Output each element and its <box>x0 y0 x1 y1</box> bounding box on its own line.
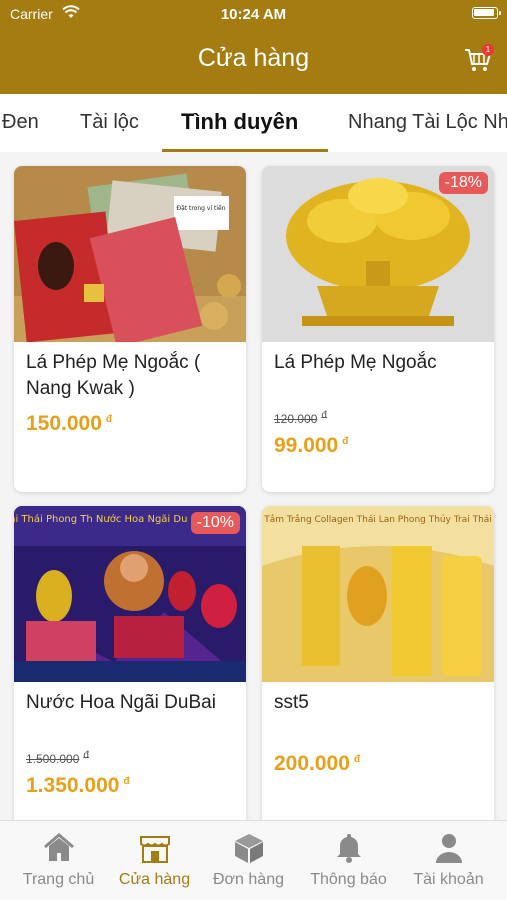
cart-badge: 1 <box>482 44 494 56</box>
product-price: 1.350.000 đ <box>26 774 130 797</box>
product-old-price: 1.500.000 đ <box>26 750 89 766</box>
image-text: Tắm Trắng Collagen Thái Lan Phong Thủy T… <box>263 514 492 525</box>
product-old-price: 120.000 đ <box>274 410 327 426</box>
product-name: Lá Phép Mẹ Ngoắc <box>274 352 437 373</box>
product-name: Lá Phép Mẹ Ngoắc ( Nang Kwak ) <box>26 352 201 399</box>
product-grid: Đặt trong ví tiền Lá Phép Mẹ Ngoắc ( Nan… <box>0 152 507 820</box>
page-title: Cửa hàng <box>197 44 310 72</box>
store-icon <box>140 836 170 863</box>
nav-store[interactable]: Cửa hàng <box>104 821 205 900</box>
clock: 10:24 AM <box>220 6 287 23</box>
product-card[interactable]: Tắm Trắng Collagen Thái Lan Phong Thủy T… <box>262 506 494 820</box>
tab-tai-loc[interactable]: Tài lộc <box>80 111 139 134</box>
product-price: 200.000 đ <box>274 752 361 775</box>
battery-icon <box>472 7 501 19</box>
bottom-nav: Trang chủ Cửa hàng Đơn hàng Thông báo Tà… <box>0 820 507 900</box>
status-bar: Carrier 10:24 AM <box>0 0 507 28</box>
tab-den[interactable]: Đen <box>2 111 39 134</box>
tab-tinh-duyen[interactable]: Tình duyên <box>181 109 298 135</box>
home-icon <box>44 833 74 861</box>
product-name: sst5 <box>274 692 309 713</box>
nav-label: Đơn hàng <box>213 871 284 888</box>
product-image: Tắm Trắng Collagen Thái Lan Phong Thủy T… <box>262 506 494 682</box>
nav-account[interactable]: Tài khoản <box>398 821 499 900</box>
nav-notifications[interactable]: Thông báo <box>298 821 399 900</box>
user-icon <box>436 834 462 863</box>
category-tabs: Đen Tài lộc Tình duyên Nhang Tài Lộc Nh <box>0 94 507 152</box>
product-card[interactable]: Đặt trong ví tiền Lá Phép Mẹ Ngoắc ( Nan… <box>14 166 246 492</box>
nav-orders[interactable]: Đơn hàng <box>198 821 299 900</box>
product-price: 150.000 đ <box>26 412 113 435</box>
nav-label: Trang chủ <box>22 871 95 888</box>
product-card[interactable]: Trai Thái Phong Th Nước Hoa Ngãi Du -10%… <box>14 506 246 820</box>
discount-badge: -10% <box>190 512 240 534</box>
tab-nhang-tai-loc[interactable]: Nhang Tài Lộc Nh <box>348 111 507 134</box>
nav-label: Cửa hàng <box>118 871 191 888</box>
product-name: Nước Hoa Ngãi DuBai <box>26 692 216 713</box>
discount-badge: -18% <box>438 172 488 194</box>
app-header: Carrier 10:24 AM Cửa hàng 1 <box>0 0 507 94</box>
product-card[interactable]: -18% Lá Phép Mẹ Ngoắc 120.000 đ 99.000 đ <box>262 166 494 492</box>
nav-home[interactable]: Trang chủ <box>8 821 109 900</box>
product-image: Đặt trong ví tiền <box>14 166 246 342</box>
package-icon <box>235 834 263 863</box>
image-text: Đặt trong ví tiền <box>176 204 225 212</box>
product-price: 99.000 đ <box>274 434 349 457</box>
nav-label: Thông báo <box>310 871 387 888</box>
image-text: Trai Thái Phong Th Nước Hoa Ngãi Du <box>14 513 187 525</box>
nav-label: Tài khoản <box>413 871 484 888</box>
bell-icon <box>337 834 361 863</box>
